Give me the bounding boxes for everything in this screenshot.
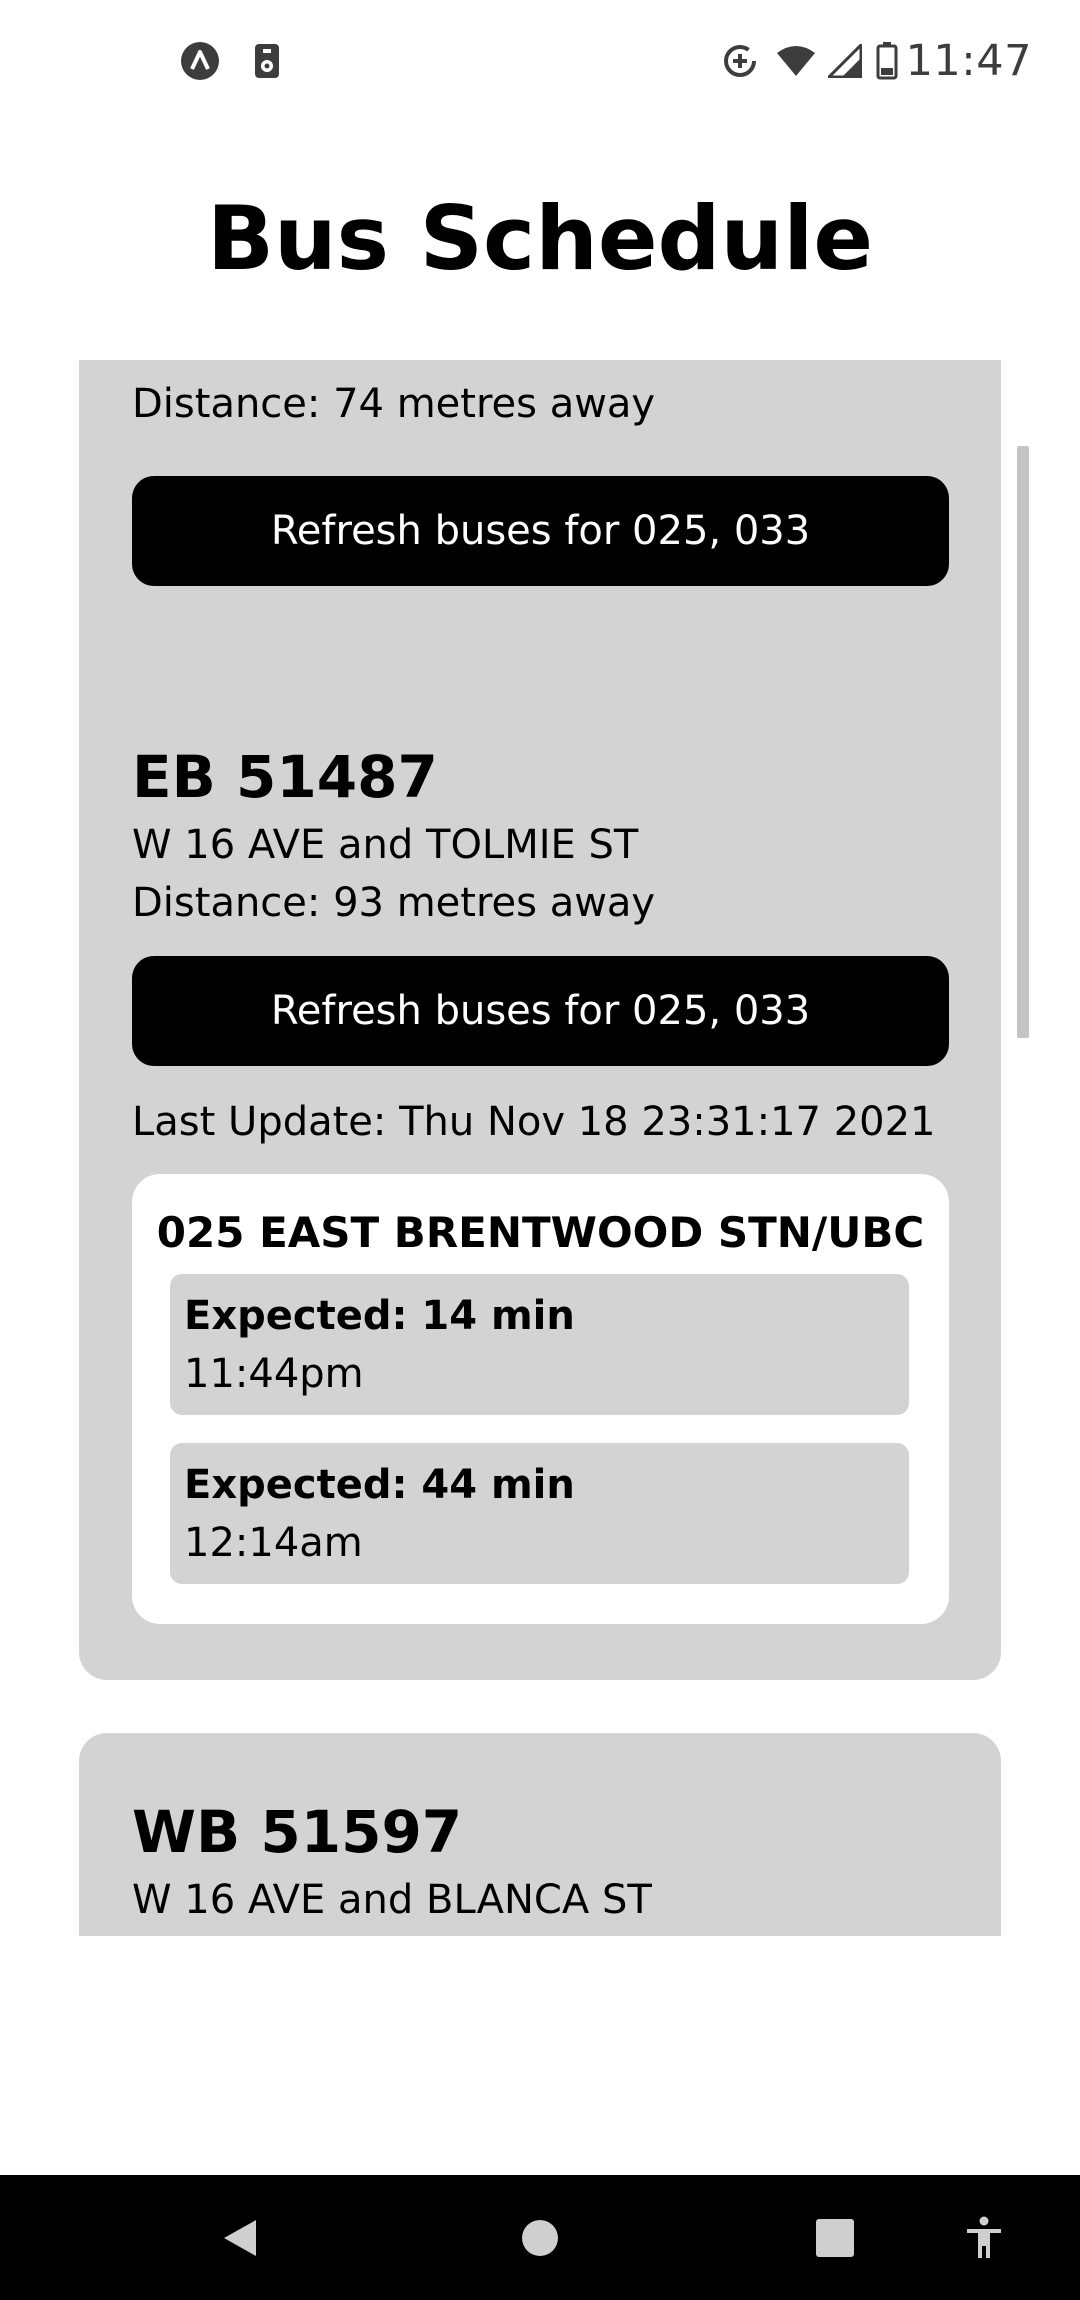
status-bar: 11:47 xyxy=(0,0,1080,120)
navigation-bar xyxy=(0,2175,1080,2300)
stop-distance: Distance: 93 metres away xyxy=(132,880,656,926)
accessibility-icon[interactable] xyxy=(944,2175,1024,2300)
route-title: 025 EAST BRENTWOOD STN/UBC xyxy=(156,1208,925,1257)
battery-icon xyxy=(876,42,898,80)
last-update-text: Last Update: Thu Nov 18 23:31:17 2021 xyxy=(132,1099,936,1145)
arrival-time: 11:44pm xyxy=(184,1351,364,1397)
status-bar-right: 11:47 xyxy=(722,30,1032,92)
status-time: 11:47 xyxy=(905,36,1032,86)
app-notification-icon xyxy=(180,41,220,81)
status-bar-left xyxy=(180,41,280,81)
wifi-icon xyxy=(776,45,816,77)
arrival-expected: Expected: 44 min xyxy=(184,1462,575,1508)
recents-icon[interactable] xyxy=(795,2175,875,2300)
stop-name: W 16 AVE and BLANCA ST xyxy=(132,1877,652,1923)
arrival-time: 12:14am xyxy=(184,1520,363,1566)
home-icon[interactable] xyxy=(500,2175,580,2300)
arrival-item: Expected: 44 min 12:14am xyxy=(170,1443,909,1584)
arrival-expected: Expected: 14 min xyxy=(184,1293,575,1339)
arrival-item: Expected: 14 min 11:44pm xyxy=(170,1274,909,1415)
route-panel: 025 EAST BRENTWOOD STN/UBC Expected: 14 … xyxy=(132,1174,949,1624)
scrollbar-thumb[interactable] xyxy=(1017,446,1029,1038)
stop-card: WB 51597 W 16 AVE and BLANCA ST xyxy=(79,1733,1001,1936)
page-title: Bus Schedule xyxy=(206,187,874,290)
back-icon[interactable] xyxy=(200,2175,280,2300)
stop-list[interactable]: Distance: 74 metres away Refresh buses f… xyxy=(0,360,1080,1936)
storage-icon xyxy=(254,43,280,79)
cell-signal-icon xyxy=(827,44,862,78)
stop-name: W 16 AVE and TOLMIE ST xyxy=(132,822,639,868)
stop-card: EB 51487 W 16 AVE and TOLMIE ST Distance… xyxy=(79,678,1001,1680)
stop-distance: Distance: 74 metres away xyxy=(132,381,656,427)
refresh-buses-button[interactable]: Refresh buses for 025, 033 xyxy=(132,956,949,1066)
refresh-buses-button[interactable]: Refresh buses for 025, 033 xyxy=(132,476,949,586)
stop-id: EB 51487 xyxy=(132,743,438,811)
stop-id: WB 51597 xyxy=(132,1798,463,1866)
data-saver-icon xyxy=(722,43,758,79)
